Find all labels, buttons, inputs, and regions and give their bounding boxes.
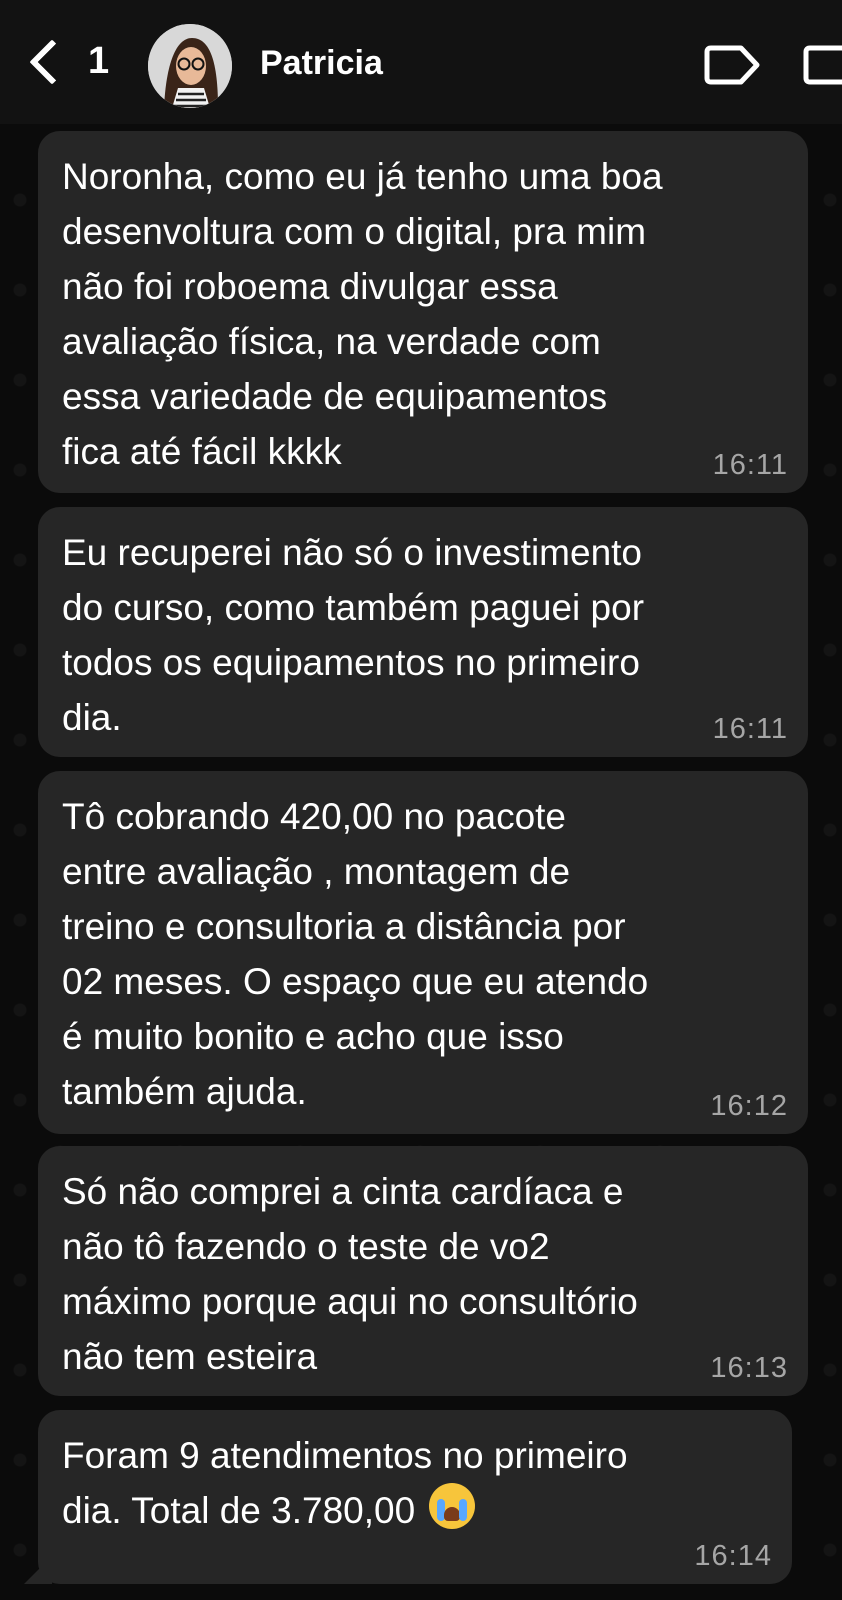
- message-time: 16:13: [710, 1352, 788, 1384]
- chat-header: 1 Patricia: [0, 0, 842, 124]
- message-bubble[interactable]: Só não comprei a cinta cardíaca e não tô…: [38, 1146, 808, 1396]
- unread-count[interactable]: 1: [88, 40, 109, 83]
- message-bubble[interactable]: Tô cobrando 420,00 no pacote entre avali…: [38, 771, 808, 1134]
- message-line: Foram 9 atendimentos no primeiro: [62, 1435, 628, 1476]
- emoji-mouth: [444, 1507, 461, 1521]
- crying-face-emoji-icon: [429, 1483, 476, 1529]
- tag-icon[interactable]: [703, 44, 761, 86]
- message-time: 16:14: [694, 1540, 772, 1572]
- message-text: Foram 9 atendimentos no primeiro dia. Tot…: [62, 1428, 768, 1538]
- message-text: Eu recuperei não só o investimento do cu…: [62, 532, 645, 738]
- message-time: 16:12: [710, 1090, 788, 1122]
- avatar[interactable]: [148, 24, 232, 108]
- message-text: Tô cobrando 420,00 no pacote entre avali…: [62, 796, 649, 1112]
- message-text: Noronha, como eu já tenho uma boa desenv…: [62, 156, 663, 472]
- message-bubble[interactable]: Noronha, como eu já tenho uma boa desenv…: [38, 131, 808, 493]
- message-bubble[interactable]: Foram 9 atendimentos no primeiro dia. Tot…: [38, 1410, 792, 1584]
- message-time: 16:11: [712, 713, 788, 745]
- message-bubble[interactable]: Eu recuperei não só o investimento do cu…: [38, 507, 808, 757]
- chevron-left-icon[interactable]: [29, 39, 75, 85]
- square-icon[interactable]: [802, 44, 842, 86]
- message-line: dia. Total de 3.780,00: [62, 1490, 416, 1531]
- contact-name[interactable]: Patricia: [260, 44, 383, 83]
- message-time: 16:11: [712, 449, 788, 481]
- message-text: Só não comprei a cinta cardíaca e não tô…: [62, 1171, 638, 1377]
